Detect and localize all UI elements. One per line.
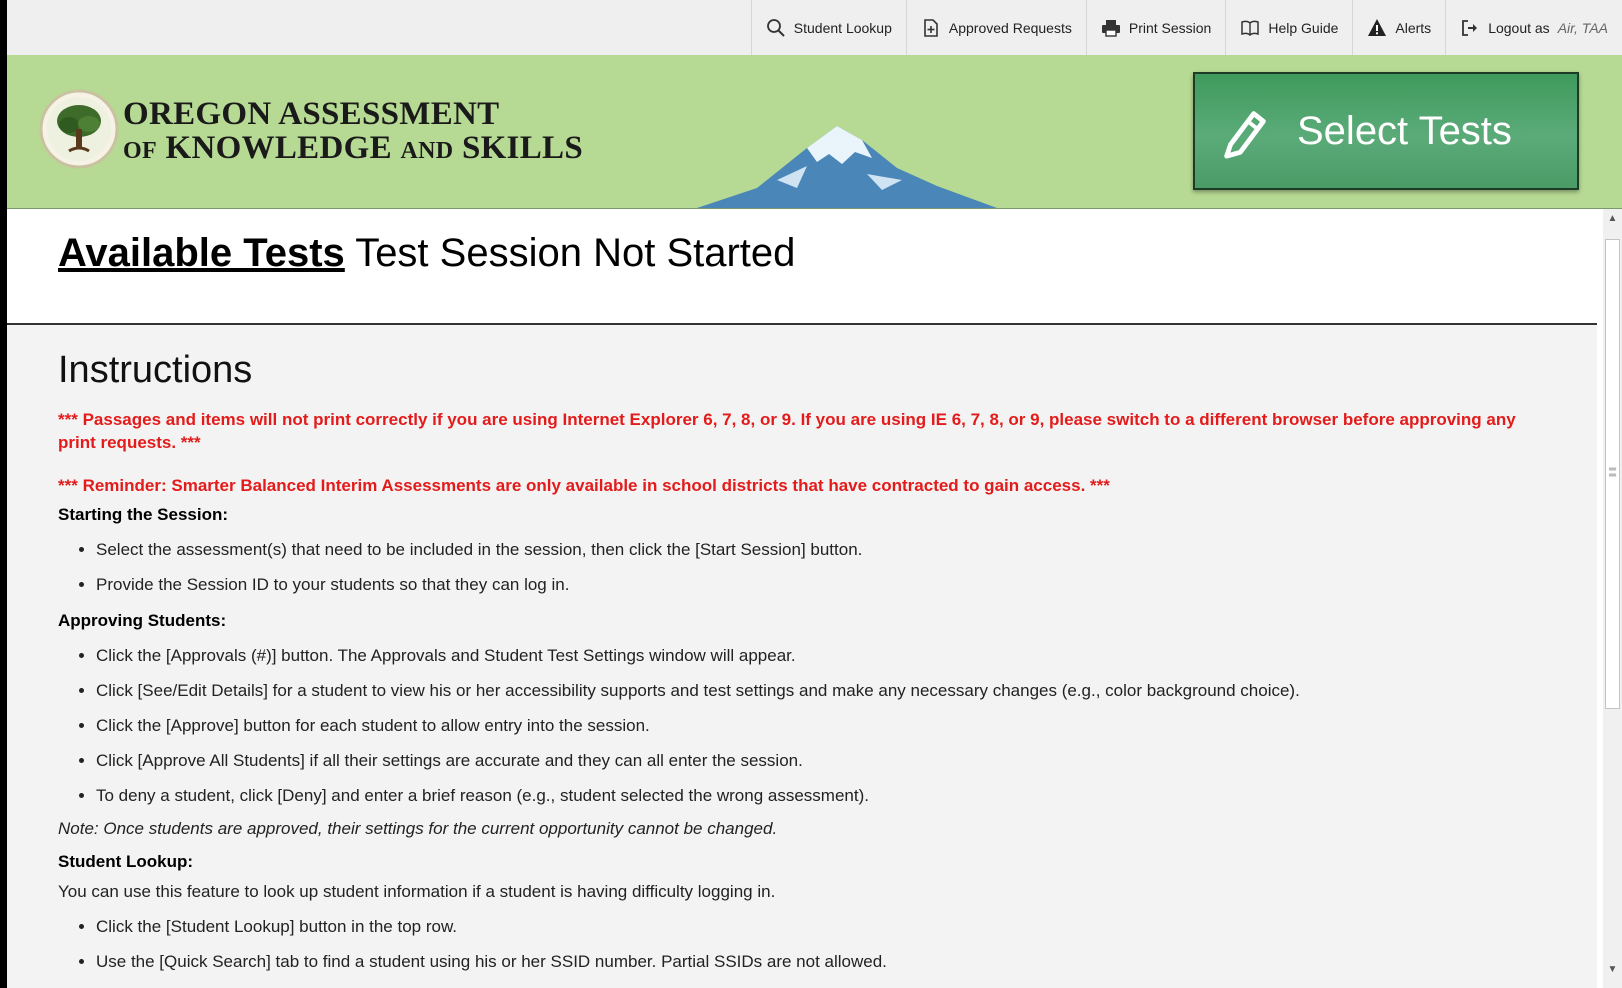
print-session-button[interactable]: Print Session bbox=[1085, 0, 1225, 55]
reminder-warning: *** Reminder: Smarter Balanced Interim A… bbox=[58, 476, 1110, 495]
session-status: Test Session Not Started bbox=[355, 231, 796, 275]
approved-requests-label: Approved Requests bbox=[948, 19, 1072, 36]
mountain-illustration bbox=[697, 126, 997, 208]
student-lookup-text: You can use this feature to look up stud… bbox=[58, 882, 776, 901]
approving-students-heading: Approving Students: bbox=[58, 611, 227, 630]
page-title-row: Available Tests Test Session Not Started bbox=[7, 209, 1597, 325]
list-item: Click [See/Edit Details] for a student t… bbox=[96, 681, 1597, 701]
starting-session-heading: Starting the Session: bbox=[58, 505, 229, 524]
logout-icon bbox=[1462, 19, 1478, 36]
logged-in-user: Air, TAA bbox=[1557, 19, 1608, 36]
logo-line-1: Oregon Assessment bbox=[123, 96, 500, 132]
top-toolbar: Student Lookup Approved Requests Print S… bbox=[7, 0, 1622, 57]
student-lookup-heading: Student Lookup: bbox=[58, 852, 194, 871]
book-icon bbox=[1241, 20, 1260, 36]
approval-note: Note: Once students are approved, their … bbox=[58, 819, 778, 838]
print-session-label: Print Session bbox=[1128, 19, 1212, 36]
logout-button[interactable]: Logout as Air, TAA bbox=[1445, 0, 1622, 55]
logout-label: Logout as bbox=[1488, 19, 1550, 36]
select-tests-label: Select Tests bbox=[1297, 108, 1512, 153]
alerts-label: Alerts bbox=[1395, 19, 1432, 36]
list-item: Click the [Approvals (#)] button. The Ap… bbox=[96, 646, 1597, 666]
scroll-thumb[interactable]: ═ ═ bbox=[1605, 239, 1620, 709]
student-lookup-list: Click the [Student Lookup] button in the… bbox=[58, 917, 1597, 972]
scroll-up-arrow-icon[interactable]: ▲ bbox=[1603, 213, 1622, 233]
scroll-down-arrow-icon[interactable]: ▼ bbox=[1603, 964, 1622, 984]
list-item: Click the [Student Lookup] button in the… bbox=[96, 917, 1597, 937]
starting-session-list: Select the assessment(s) that need to be… bbox=[58, 540, 1597, 595]
pencil-icon bbox=[1224, 111, 1266, 159]
header-banner: Oregon Assessment of Knowledge and Skill… bbox=[7, 55, 1622, 209]
vertical-scrollbar[interactable]: ▲ ═ ═ ▼ bbox=[1603, 209, 1622, 988]
select-tests-button[interactable]: Select Tests bbox=[1193, 72, 1579, 190]
instructions-panel: Instructions *** Passages and items will… bbox=[7, 325, 1597, 988]
available-tests-link[interactable]: Available Tests bbox=[58, 231, 345, 275]
printer-icon bbox=[1101, 19, 1120, 37]
oregon-tree-logo bbox=[39, 89, 119, 169]
list-item: To deny a student, click [Deny] and ente… bbox=[96, 786, 1597, 806]
grip-icon: ═ ═ bbox=[1609, 464, 1617, 481]
list-item: Use the [Quick Search] tab to find a stu… bbox=[96, 952, 1597, 972]
approved-requests-button[interactable]: Approved Requests bbox=[905, 0, 1086, 55]
logo-wordmark: Oregon Assessment of Knowledge and Skill… bbox=[123, 97, 583, 168]
help-guide-button[interactable]: Help Guide bbox=[1225, 0, 1352, 55]
search-icon bbox=[766, 18, 785, 37]
alerts-button[interactable]: Alerts bbox=[1352, 0, 1445, 55]
logo-line-2: of Knowledge and Skills bbox=[123, 130, 583, 166]
list-item: Click [Approve All Students] if all thei… bbox=[96, 751, 1597, 771]
student-lookup-button[interactable]: Student Lookup bbox=[750, 0, 906, 55]
instructions-heading: Instructions bbox=[58, 349, 253, 391]
approving-students-list: Click the [Approvals (#)] button. The Ap… bbox=[58, 646, 1597, 806]
main-content: Available Tests Test Session Not Started… bbox=[7, 209, 1597, 988]
student-lookup-label: Student Lookup bbox=[793, 19, 892, 36]
list-item: Select the assessment(s) that need to be… bbox=[96, 540, 1597, 560]
warning-icon bbox=[1368, 18, 1387, 36]
page-title: Available Tests Test Session Not Started bbox=[58, 231, 795, 276]
document-add-icon bbox=[924, 18, 938, 37]
browser-warning: *** Passages and items will not print co… bbox=[58, 410, 1516, 452]
list-item: Click the [Approve] button for each stud… bbox=[96, 716, 1597, 736]
list-item: Provide the Session ID to your students … bbox=[96, 575, 1597, 595]
top-nav: Student Lookup Approved Requests Print S… bbox=[750, 0, 1622, 55]
help-guide-label: Help Guide bbox=[1268, 19, 1339, 36]
app-window: Student Lookup Approved Requests Print S… bbox=[7, 0, 1622, 988]
